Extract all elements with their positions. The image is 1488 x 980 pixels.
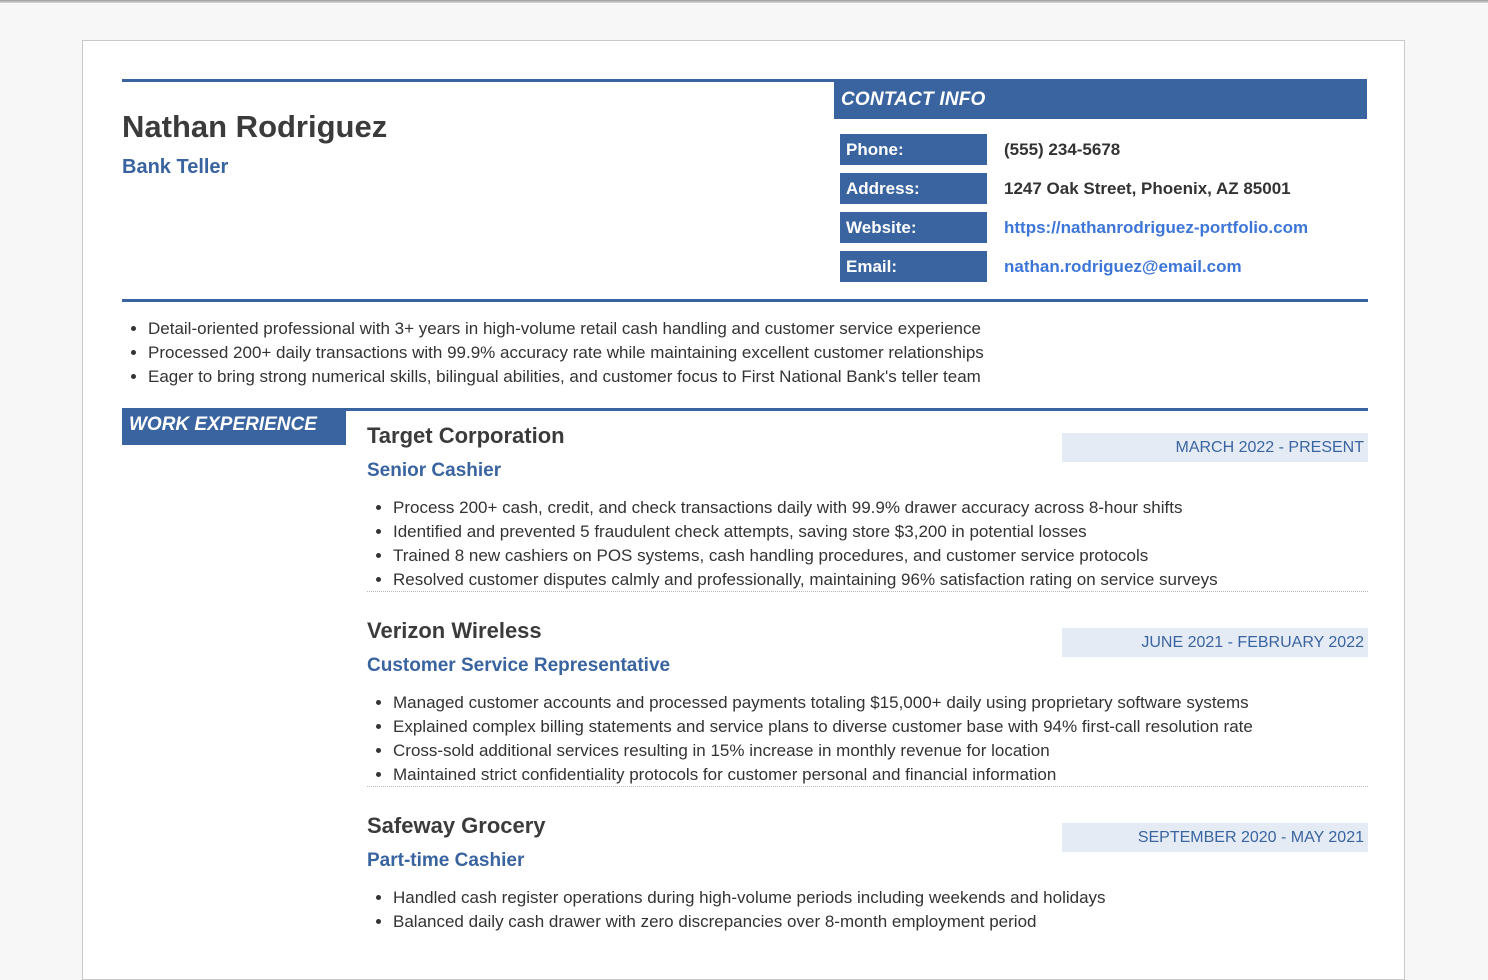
company-name: Target Corporation <box>367 423 565 448</box>
resume-page: Nathan Rodriguez Bank Teller CONTACT INF… <box>82 40 1405 980</box>
job-bullet: Handled cash register operations during … <box>393 886 1368 910</box>
summary-item: Eager to bring strong numerical skills, … <box>148 365 1368 389</box>
job-bullet: Resolved customer disputes calmly and pr… <box>393 568 1368 592</box>
job-divider <box>367 591 1368 592</box>
job-bullet: Maintained strict confidentiality protoc… <box>393 763 1368 787</box>
window-top-shadow <box>0 0 1488 3</box>
header-bottom-rule <box>122 299 1368 302</box>
job-bullets: Process 200+ cash, credit, and check tra… <box>367 496 1368 592</box>
contact-info-heading: CONTACT INFO <box>834 79 1367 119</box>
website-label: Website: <box>840 212 987 243</box>
header-top-rule <box>122 79 834 82</box>
job-bullets: Managed customer accounts and processed … <box>367 691 1368 787</box>
address-value: 1247 Oak Street, Phoenix, AZ 85001 <box>1004 179 1291 198</box>
candidate-name: Nathan Rodriguez <box>122 109 388 144</box>
summary-item: Detail-oriented professional with 3+ yea… <box>148 317 1368 341</box>
company-name: Verizon Wireless <box>367 618 542 643</box>
phone-label: Phone: <box>840 134 987 165</box>
job-divider <box>367 786 1368 787</box>
contact-row-address: Address: 1247 Oak Street, Phoenix, AZ 85… <box>840 173 1367 204</box>
job-bullet: Identified and prevented 5 fraudulent ch… <box>393 520 1368 544</box>
company-name: Safeway Grocery <box>367 813 546 838</box>
job-bullet: Explained complex billing statements and… <box>393 715 1368 739</box>
contact-row-email: Email: nathan.rodriguez@email.com <box>840 251 1367 282</box>
job-bullets: Handled cash register operations during … <box>367 886 1368 934</box>
phone-value: (555) 234-5678 <box>1004 140 1121 159</box>
work-experience-heading: WORK EXPERIENCE <box>122 410 346 445</box>
job-dates: SEPTEMBER 2020 - MAY 2021 <box>1062 823 1368 852</box>
email-link[interactable]: nathan.rodriguez@email.com <box>1004 257 1242 277</box>
job-bullet: Balanced daily cash drawer with zero dis… <box>393 910 1368 934</box>
email-label: Email: <box>840 251 987 282</box>
job-role: Part-time Cashier <box>367 850 525 871</box>
summary-item: Processed 200+ daily transactions with 9… <box>148 341 1368 365</box>
resume-header: Nathan Rodriguez Bank Teller CONTACT INF… <box>122 79 1368 301</box>
job-bullet: Process 200+ cash, credit, and check tra… <box>393 496 1368 520</box>
contact-row-website: Website: https://nathanrodriguez-portfol… <box>840 212 1367 243</box>
summary-list: Detail-oriented professional with 3+ yea… <box>122 317 1368 389</box>
job-bullet: Managed customer accounts and processed … <box>393 691 1368 715</box>
job-bullet: Cross-sold additional services resulting… <box>393 739 1368 763</box>
job-dates: JUNE 2021 - FEBRUARY 2022 <box>1062 628 1368 657</box>
job-dates: MARCH 2022 - PRESENT <box>1062 433 1368 462</box>
address-label: Address: <box>840 173 987 204</box>
job-role: Customer Service Representative <box>367 655 671 676</box>
job-role: Senior Cashier <box>367 460 502 481</box>
contact-row-phone: Phone: (555) 234-5678 <box>840 134 1367 165</box>
website-link[interactable]: https://nathanrodriguez-portfolio.com <box>1004 218 1308 238</box>
candidate-title: Bank Teller <box>122 156 229 178</box>
job-bullet: Trained 8 new cashiers on POS systems, c… <box>393 544 1368 568</box>
